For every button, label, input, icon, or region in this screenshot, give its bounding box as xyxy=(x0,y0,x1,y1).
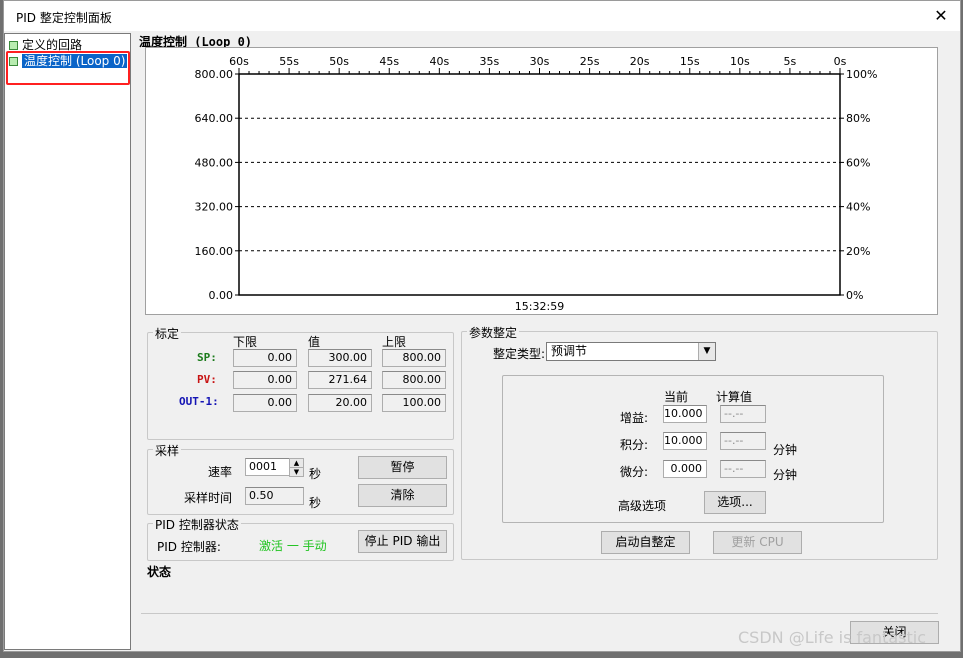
x-tick-label: 30s xyxy=(530,55,550,68)
chevron-down-icon[interactable]: ▼ xyxy=(698,343,715,360)
sample-time-field: 0.50 xyxy=(245,487,304,505)
out-value-field: 20.00 xyxy=(308,394,372,412)
trend-chart: 60s 55s 50s 45s 40s 35s 30s 25s 20s 15s 10s 5s 0s 800… xyxy=(145,47,938,315)
sample-time-label: 采样时间 xyxy=(184,491,233,505)
x-tick-label: 5s xyxy=(784,55,797,68)
pid-status-legend: PID 控制器状态 xyxy=(153,516,241,533)
tuning-type-value: 预调节 xyxy=(551,344,588,358)
gain-label: 增益: xyxy=(620,411,649,425)
sample-time-unit: 秒 xyxy=(309,496,322,510)
pause-button[interactable]: 暂停 xyxy=(358,456,447,479)
y-left-tick-label: 640.00 xyxy=(195,112,234,125)
x-tick-label: 0s xyxy=(834,55,847,68)
y-right-tick-label: 60% xyxy=(846,156,870,169)
y-left-tick-label: 0.00 xyxy=(209,289,234,302)
x-tick-label: 25s xyxy=(580,55,600,68)
watermark: CSDN @Life is fantastic xyxy=(738,628,926,647)
stop-pid-output-button[interactable]: 停止 PID 输出 xyxy=(358,530,447,553)
chart-svg: 60s 55s 50s 45s 40s 35s 30s 25s 20s 15s 10s 5s 0s 800… xyxy=(195,55,878,313)
col-value-header: 值 xyxy=(308,335,321,349)
y-left-tick-label: 160.00 xyxy=(195,245,234,258)
title-bar: PID 整定控制面板 ✕ xyxy=(4,1,960,31)
time-label: 15:32:59 xyxy=(515,300,564,313)
calibration-legend: 标定 xyxy=(153,325,182,342)
y-left-tick-label: 800.00 xyxy=(195,68,234,81)
sampling-legend: 采样 xyxy=(153,442,182,459)
x-tick-label: 60s xyxy=(229,55,249,68)
col-calc-header: 计算值 xyxy=(716,390,753,404)
options-button[interactable]: 选项... xyxy=(704,491,766,514)
clear-button[interactable]: 清除 xyxy=(358,484,447,507)
sp-value-field: 300.00 xyxy=(308,349,372,367)
out-label: OUT-1: xyxy=(179,395,219,408)
pv-value-field: 271.64 xyxy=(308,371,372,389)
y-right-tick-label: 100% xyxy=(846,68,877,81)
integral-current-input[interactable]: 10.000 xyxy=(663,432,707,450)
integral-calc-field: --.-- xyxy=(720,432,766,450)
window-title: PID 整定控制面板 xyxy=(16,11,112,25)
derivative-calc-field: --.-- xyxy=(720,460,766,478)
spin-down-icon[interactable]: ▼ xyxy=(289,467,304,477)
pv-label: PV: xyxy=(197,373,217,386)
col-high-header: 上限 xyxy=(382,335,407,349)
rate-unit: 秒 xyxy=(309,467,322,481)
y-left-tick-label: 480.00 xyxy=(195,156,234,169)
x-tick-label: 20s xyxy=(630,55,650,68)
loop-icon xyxy=(9,41,18,50)
col-low-header: 下限 xyxy=(233,335,258,349)
loop-tree: 定义的回路 温度控制 (Loop 0) xyxy=(4,33,131,650)
x-tick-label: 35s xyxy=(480,55,500,68)
x-tick-label: 50s xyxy=(329,55,349,68)
pid-state-text: 激活 一 手动 xyxy=(259,539,327,553)
integral-unit: 分钟 xyxy=(773,443,798,457)
y-right-tick-label: 40% xyxy=(846,201,870,214)
tuning-legend: 参数整定 xyxy=(467,324,520,341)
rate-label: 速率 xyxy=(208,465,233,479)
pid-controller-label: PID 控制器: xyxy=(157,540,221,554)
x-tick-label: 55s xyxy=(279,55,299,68)
sp-high-field: 800.00 xyxy=(382,349,446,367)
divider xyxy=(141,613,938,614)
out-high-field: 100.00 xyxy=(382,394,446,412)
status-label: 状态 xyxy=(147,565,172,579)
sp-low-field: 0.00 xyxy=(233,349,297,367)
x-tick-label: 40s xyxy=(429,55,449,68)
derivative-unit: 分钟 xyxy=(773,468,798,482)
x-tick-label: 45s xyxy=(379,55,399,68)
gain-calc-field: --.-- xyxy=(720,405,766,423)
derivative-current-input[interactable]: 0.000 xyxy=(663,460,707,478)
sp-label: SP: xyxy=(197,351,217,364)
y-right-tick-label: 0% xyxy=(846,289,863,302)
x-tick-label: 15s xyxy=(680,55,700,68)
close-icon[interactable]: ✕ xyxy=(930,5,952,27)
tuning-type-label: 整定类型: xyxy=(493,347,546,361)
highlight-annotation xyxy=(6,51,130,85)
tuning-type-select[interactable]: 预调节 xyxy=(546,342,716,361)
tree-item-label: 定义的回路 xyxy=(22,38,83,52)
pv-high-field: 800.00 xyxy=(382,371,446,389)
out-low-field: 0.00 xyxy=(233,394,297,412)
y-left-tick-label: 320.00 xyxy=(195,201,234,214)
x-tick-label: 10s xyxy=(730,55,750,68)
col-current-header: 当前 xyxy=(664,390,689,404)
derivative-label: 微分: xyxy=(620,465,649,479)
start-auto-tune-button[interactable]: 启动自整定 xyxy=(601,531,690,554)
pv-low-field: 0.00 xyxy=(233,371,297,389)
y-right-tick-label: 80% xyxy=(846,112,870,125)
plot-area xyxy=(238,73,841,296)
update-cpu-button[interactable]: 更新 CPU xyxy=(713,531,802,554)
y-right-tick-label: 20% xyxy=(846,245,870,258)
advanced-options-label: 高级选项 xyxy=(618,499,667,513)
integral-label: 积分: xyxy=(620,438,649,452)
gain-current-input[interactable]: 10.000 xyxy=(663,405,707,423)
